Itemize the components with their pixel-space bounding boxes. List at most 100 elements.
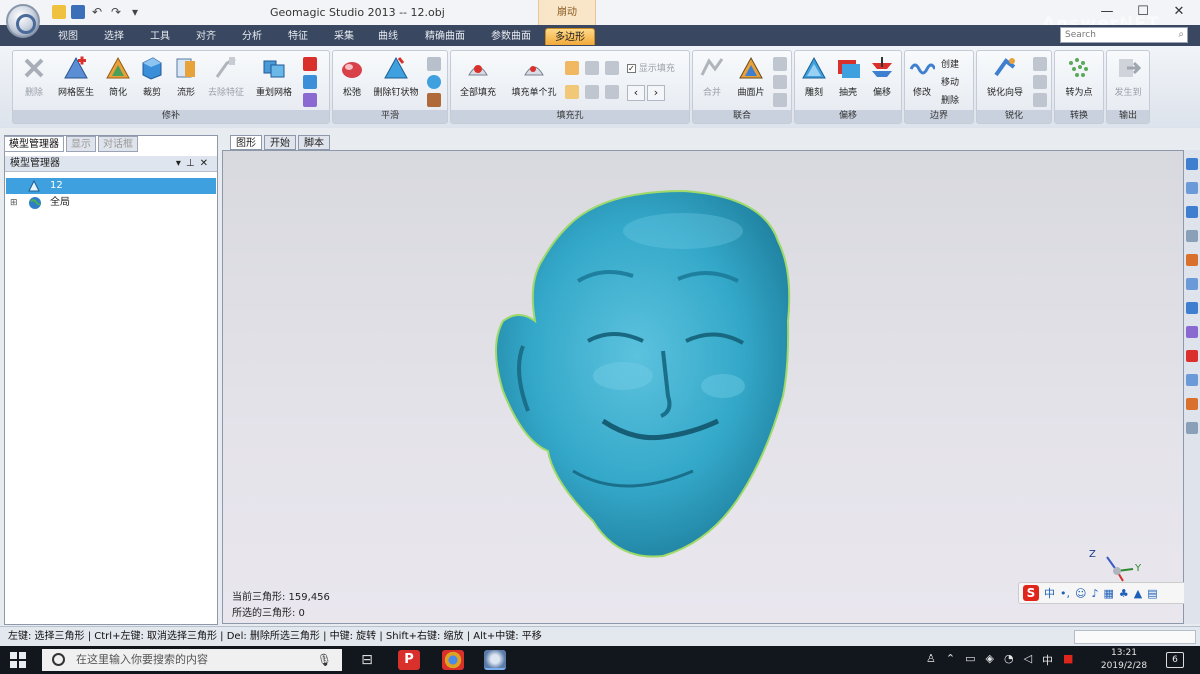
sharpen-wizard-button[interactable]: 锐化向导 — [981, 55, 1029, 98]
start-button[interactable] — [10, 652, 26, 668]
ime-logo[interactable]: S — [1023, 585, 1039, 601]
combine-small-icon-1[interactable] — [773, 57, 787, 71]
fill-single-button[interactable]: 填充单个孔 — [509, 55, 559, 98]
sphere-icon[interactable] — [303, 75, 317, 89]
minimize-icon[interactable]: — — [1100, 4, 1114, 19]
chrome-app-icon[interactable] — [442, 650, 464, 670]
tab-curves[interactable]: 曲线 — [370, 28, 406, 45]
network-icon[interactable]: ▭ — [965, 652, 975, 668]
remesh-button[interactable]: 重划网格 — [251, 55, 297, 98]
shirt-icon[interactable]: ▲ — [1134, 587, 1142, 600]
simplify-button[interactable]: 简化 — [103, 55, 133, 98]
tree-item-global[interactable]: ⊞ 全局 — [6, 195, 216, 211]
keyboard-icon[interactable]: ▦ — [1104, 587, 1114, 600]
search-icon[interactable]: ⌕ — [1178, 28, 1184, 42]
sharpen-small-icon-1[interactable] — [1033, 57, 1047, 71]
create-boundary-button[interactable]: 创建 — [941, 57, 959, 70]
tab-align[interactable]: 对齐 — [188, 28, 224, 45]
remove-spikes-button[interactable]: 删除钉状物 — [371, 55, 421, 98]
3d-viewport[interactable]: Z Y — [222, 150, 1184, 624]
tree-item-model-12[interactable]: 12 — [6, 178, 216, 194]
tool-icon[interactable] — [303, 93, 317, 107]
fill-flat-icon[interactable] — [605, 85, 619, 99]
search-input[interactable]: Search ⌕ — [1060, 27, 1188, 43]
fill-single-icon[interactable] — [303, 57, 317, 71]
tab-start[interactable]: 开始 — [264, 135, 296, 150]
relax-button[interactable]: 松弛 — [337, 55, 367, 98]
tray-expand-icon[interactable]: ⌃ — [946, 652, 955, 668]
combine-small-icon-3[interactable] — [773, 93, 787, 107]
volume-icon[interactable]: ◁ — [1024, 652, 1032, 668]
view-tool-icon-3[interactable] — [1186, 206, 1198, 218]
open-folder-icon[interactable] — [52, 5, 66, 19]
face-scan-model[interactable] — [223, 151, 1185, 625]
microphone-icon[interactable]: 🎙 — [317, 649, 332, 671]
application-menu-button[interactable] — [6, 4, 40, 38]
pin-icon[interactable]: ⊥ — [186, 158, 200, 169]
mesh-doctor-button[interactable]: 网格医生 — [53, 55, 99, 98]
manifold-button[interactable]: 流形 — [171, 55, 201, 98]
offset-button[interactable]: 偏移 — [867, 55, 897, 98]
tab-capture[interactable]: 采集 — [326, 28, 362, 45]
view-tool-icon-11[interactable] — [1186, 398, 1198, 410]
view-tool-icon-1[interactable] — [1186, 158, 1198, 170]
fill-complete-icon[interactable] — [565, 61, 579, 75]
view-tool-icon-8[interactable] — [1186, 326, 1198, 338]
tab-view[interactable]: 视图 — [50, 28, 86, 45]
show-fill-checkbox[interactable]: ✓ 显示填充 — [627, 61, 675, 74]
tab-features[interactable]: 特征 — [280, 28, 316, 45]
emoji-icon[interactable]: ☺ — [1075, 587, 1086, 600]
tab-select[interactable]: 选择 — [96, 28, 132, 45]
notification-center-button[interactable]: 6 — [1166, 652, 1184, 668]
fill-bridge-icon[interactable] — [605, 61, 619, 75]
input-language[interactable]: 中 — [1042, 652, 1053, 668]
task-view-icon[interactable]: ⊟ — [356, 650, 378, 670]
shell-button[interactable]: 抽壳 — [833, 55, 863, 98]
punctuation-icon[interactable]: •, — [1060, 587, 1070, 600]
delete-button[interactable]: 删除 — [19, 55, 49, 98]
trim-button[interactable]: 裁剪 — [137, 55, 167, 98]
tab-model-manager[interactable]: 模型管理器 — [4, 136, 64, 152]
brush-icon[interactable] — [427, 93, 441, 107]
patch-button[interactable]: 曲面片 — [731, 55, 771, 98]
sogou-tray-icon[interactable]: ■ — [1063, 652, 1073, 668]
view-tool-icon-10[interactable] — [1186, 374, 1198, 386]
geomagic-app-icon[interactable] — [484, 650, 506, 670]
people-icon[interactable]: ♙ — [926, 652, 936, 668]
sharpen-small-icon-2[interactable] — [1033, 75, 1047, 89]
combine-small-icon-2[interactable] — [773, 75, 787, 89]
modify-button[interactable]: 修改 — [907, 55, 937, 98]
view-tool-icon-2[interactable] — [1186, 182, 1198, 194]
remove-features-button[interactable]: 去除特征 — [205, 55, 247, 98]
sharpen-small-icon-3[interactable] — [1033, 93, 1047, 107]
tab-tools[interactable]: 工具 — [142, 28, 178, 45]
security-icon[interactable]: ◈ — [986, 652, 994, 668]
fill-all-button[interactable]: 全部填充 — [455, 55, 501, 98]
save-icon[interactable] — [71, 5, 85, 19]
tab-graphics[interactable]: 图形 — [230, 135, 262, 150]
tab-analysis[interactable]: 分析 — [234, 28, 270, 45]
view-tool-icon-4[interactable] — [1186, 230, 1198, 242]
view-tool-icon-12[interactable] — [1186, 422, 1198, 434]
fill-tangent-icon[interactable] — [585, 85, 599, 99]
view-tool-icon-9[interactable] — [1186, 350, 1198, 362]
fill-curvature-icon[interactable] — [565, 85, 579, 99]
previous-hole-button[interactable]: ‹ — [627, 85, 645, 101]
move-boundary-button[interactable]: 移动 — [941, 75, 959, 88]
redo-icon[interactable]: ↷ — [109, 5, 123, 19]
smooth-small-icon[interactable] — [427, 57, 441, 71]
undo-icon[interactable]: ↶ — [90, 5, 104, 19]
next-hole-button[interactable]: › — [647, 85, 665, 101]
clock[interactable]: 13:21 2019/2/28 — [1096, 646, 1152, 674]
wifi-icon[interactable]: ◔ — [1004, 652, 1014, 668]
tab-exact-surfaces[interactable]: 精确曲面 — [416, 28, 474, 45]
view-tool-icon-6[interactable] — [1186, 278, 1198, 290]
sandpaper-icon[interactable] — [427, 75, 441, 89]
merge-button[interactable]: 合并 — [697, 55, 727, 98]
microphone-icon[interactable]: ♪ — [1091, 587, 1098, 600]
sculpt-button[interactable]: 雕刻 — [799, 55, 829, 98]
view-tool-icon-7[interactable] — [1186, 302, 1198, 314]
close-icon[interactable]: ✕ — [1172, 4, 1186, 19]
tab-script[interactable]: 脚本 — [298, 135, 330, 150]
wps-app-icon[interactable]: P — [398, 650, 420, 670]
